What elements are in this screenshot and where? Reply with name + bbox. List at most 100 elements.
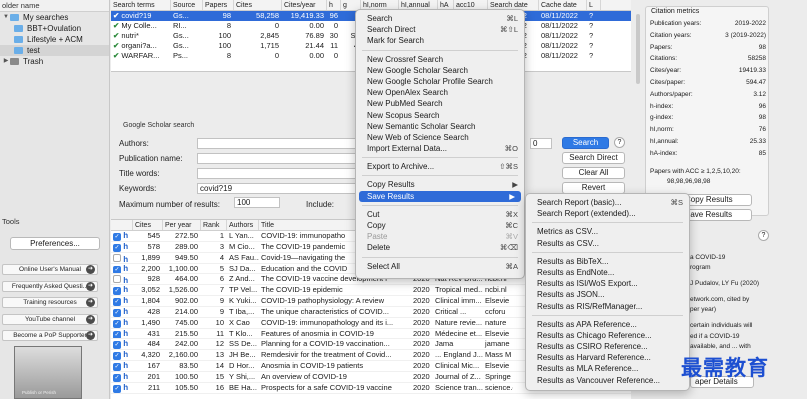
result-checkbox[interactable] bbox=[113, 275, 121, 284]
context-menu-item[interactable]: Search ⌘L bbox=[356, 13, 524, 24]
save-submenu-item[interactable]: Search Report (extended)... bbox=[526, 208, 689, 219]
result-checkbox[interactable]: ✓ bbox=[113, 319, 121, 328]
result-checkbox[interactable]: ✓ bbox=[113, 363, 121, 371]
result-checkbox[interactable]: ✓ bbox=[113, 352, 121, 361]
context-menu-item[interactable]: Search Direct ⌘⇧L bbox=[356, 24, 524, 35]
context-menu-item[interactable]: Cut ⌘X bbox=[356, 209, 524, 220]
preferences-button[interactable]: Preferences... bbox=[10, 237, 100, 250]
result-cell: 167 bbox=[147, 361, 160, 371]
queries-column-header[interactable]: Papers bbox=[203, 0, 234, 10]
save-results-button[interactable]: Save Results bbox=[680, 209, 752, 221]
arrow-right-icon[interactable]: ➜ bbox=[86, 281, 95, 291]
queries-column-header[interactable]: h bbox=[327, 0, 341, 10]
save-submenu-item[interactable]: Results as Chicago Reference... bbox=[526, 330, 689, 341]
save-submenu-item[interactable]: Search Report (basic)... ⌘S bbox=[526, 197, 689, 208]
folder-tree: ▼ My searches BBT+Ovulation Lifestyle + ACM… bbox=[0, 12, 109, 67]
arrow-right-icon[interactable]: ➜ bbox=[86, 265, 95, 274]
year-input[interactable]: 0 bbox=[530, 138, 552, 149]
save-submenu-item[interactable]: Results as APA Reference... bbox=[526, 319, 689, 330]
folder-tree-item[interactable]: ▼ My searches bbox=[0, 12, 109, 23]
context-menu-item[interactable]: Import External Data... ⌘O bbox=[356, 143, 524, 154]
save-submenu-item[interactable]: Results as BibTeX... bbox=[526, 256, 689, 267]
folder-tree-item[interactable]: test bbox=[0, 45, 109, 56]
arrow-right-icon[interactable]: ➜ bbox=[86, 314, 95, 324]
results-column-header[interactable]: Cites bbox=[133, 220, 163, 230]
folder-tree-item[interactable]: ▶ Trash bbox=[0, 56, 109, 67]
queries-column-header[interactable]: Source bbox=[171, 0, 203, 10]
context-menu-item[interactable]: New PubMed Search bbox=[356, 98, 524, 109]
search-direct-button[interactable]: Search Direct bbox=[562, 152, 625, 164]
expand-right-icon[interactable]: ▶ bbox=[2, 56, 10, 67]
expand-down-icon[interactable]: ▼ bbox=[2, 12, 10, 23]
result-checkbox[interactable]: ✓ bbox=[113, 330, 121, 339]
save-submenu-item-label: Metrics as CSV... bbox=[537, 227, 599, 237]
h-index-icon: h bbox=[121, 350, 129, 360]
save-submenu-item[interactable]: Metrics as CSV... bbox=[526, 226, 689, 237]
save-submenu-item[interactable]: Results as RIS/RefManager... bbox=[526, 301, 689, 312]
context-menu-item[interactable]: New Google Scholar Profile Search bbox=[356, 76, 524, 87]
result-cell: 1 bbox=[219, 231, 224, 240]
keywords-input[interactable]: covid?19 bbox=[197, 183, 357, 194]
queries-column-header[interactable]: Cites bbox=[234, 0, 282, 10]
save-submenu-item[interactable]: Results as MLA Reference... bbox=[526, 363, 689, 374]
result-checkbox[interactable]: ✓ bbox=[113, 287, 121, 296]
help-link-button[interactable]: Become a PoP Supporter bbox=[2, 330, 98, 341]
queries-column-header[interactable]: Cache date bbox=[539, 0, 587, 10]
help-link-button[interactable]: Frequently Asked Questi... bbox=[2, 280, 98, 292]
max-results-select[interactable]: 100 bbox=[234, 197, 280, 208]
queries-scrollbar[interactable] bbox=[636, 14, 640, 84]
result-checkbox[interactable]: ✓ bbox=[113, 243, 121, 252]
folder-icon bbox=[10, 14, 19, 21]
result-select-cell: ✓ h bbox=[111, 350, 133, 361]
save-submenu-item[interactable]: Results as ISI/WoS Export... bbox=[526, 278, 689, 289]
result-checkbox[interactable]: ✓ bbox=[113, 341, 121, 350]
details-help-button[interactable]: ? bbox=[758, 230, 769, 241]
context-menu-item[interactable]: Copy ⌘C bbox=[356, 220, 524, 231]
context-menu-item[interactable]: New Web of Science Search bbox=[356, 132, 524, 143]
help-link-button[interactable]: YouTube channel bbox=[2, 313, 98, 325]
clear-all-button[interactable]: Clear All bbox=[562, 167, 625, 179]
result-checkbox[interactable]: ✓ bbox=[113, 308, 121, 317]
context-menu-item[interactable]: Delete ⌘⌫ bbox=[356, 242, 524, 253]
context-menu-item[interactable]: New Semantic Scholar Search bbox=[356, 121, 524, 132]
context-menu-item[interactable]: Mark for Search bbox=[356, 35, 524, 46]
save-submenu-item[interactable]: Results as EndNote... bbox=[526, 267, 689, 278]
results-column-header[interactable]: Rank bbox=[201, 220, 227, 230]
arrow-right-icon[interactable]: ➜ bbox=[86, 298, 95, 307]
save-submenu-item[interactable]: Results as Harvard Reference... bbox=[526, 352, 689, 363]
title-words-input[interactable] bbox=[197, 168, 357, 179]
save-submenu-item[interactable]: Results as JSON... bbox=[526, 289, 689, 300]
result-checkbox[interactable]: ✓ bbox=[113, 265, 121, 274]
results-column-header[interactable]: Per year bbox=[163, 220, 201, 230]
help-link-button[interactable]: Training resources bbox=[2, 297, 98, 308]
folder-tree-item[interactable]: Lifestyle + ACM bbox=[0, 34, 109, 45]
context-menu-item[interactable]: New Crossref Search bbox=[356, 54, 524, 65]
save-submenu-item[interactable]: Results as CSV... bbox=[526, 238, 689, 249]
copy-results-button[interactable]: Copy Results bbox=[680, 194, 752, 206]
help-link-button[interactable]: Online User's Manual bbox=[2, 264, 98, 275]
result-checkbox[interactable]: ✓ bbox=[113, 373, 121, 382]
result-checkbox[interactable]: ✓ bbox=[113, 298, 121, 306]
results-column-header[interactable]: Authors bbox=[227, 220, 259, 230]
arrow-right-icon[interactable]: ➜ bbox=[86, 331, 95, 340]
context-menu-item[interactable]: New Scopus Search bbox=[356, 110, 524, 121]
queries-column-header[interactable]: Search terms bbox=[111, 0, 171, 10]
queries-column-header[interactable]: Cites/year bbox=[282, 0, 327, 10]
result-checkbox[interactable] bbox=[113, 253, 121, 262]
context-menu-item[interactable]: Copy Results ▶ bbox=[356, 179, 524, 190]
result-checkbox[interactable]: ✓ bbox=[113, 384, 121, 393]
context-menu-item[interactable]: Save Results ▶ bbox=[359, 190, 521, 202]
authors-input[interactable] bbox=[197, 138, 357, 149]
context-menu-item[interactable]: Export to Archive... ⇧⌘S bbox=[356, 161, 524, 172]
save-submenu-item[interactable]: Results as CSIRO Reference... bbox=[526, 341, 689, 352]
save-submenu-item[interactable]: Results as Vancouver Reference... bbox=[526, 375, 689, 386]
queries-column-header[interactable]: L bbox=[587, 0, 601, 10]
context-menu-item[interactable]: Select All ⌘A bbox=[356, 261, 524, 272]
search-button[interactable]: Search bbox=[562, 137, 609, 149]
folder-tree-item[interactable]: BBT+Ovulation bbox=[0, 23, 109, 34]
context-menu-item[interactable]: New OpenAlex Search bbox=[356, 87, 524, 98]
context-menu-item[interactable]: New Google Scholar Search bbox=[356, 65, 524, 76]
result-checkbox[interactable]: ✓ bbox=[113, 233, 121, 241]
publication-input[interactable] bbox=[197, 153, 357, 164]
search-help-button[interactable]: ? bbox=[614, 137, 625, 148]
